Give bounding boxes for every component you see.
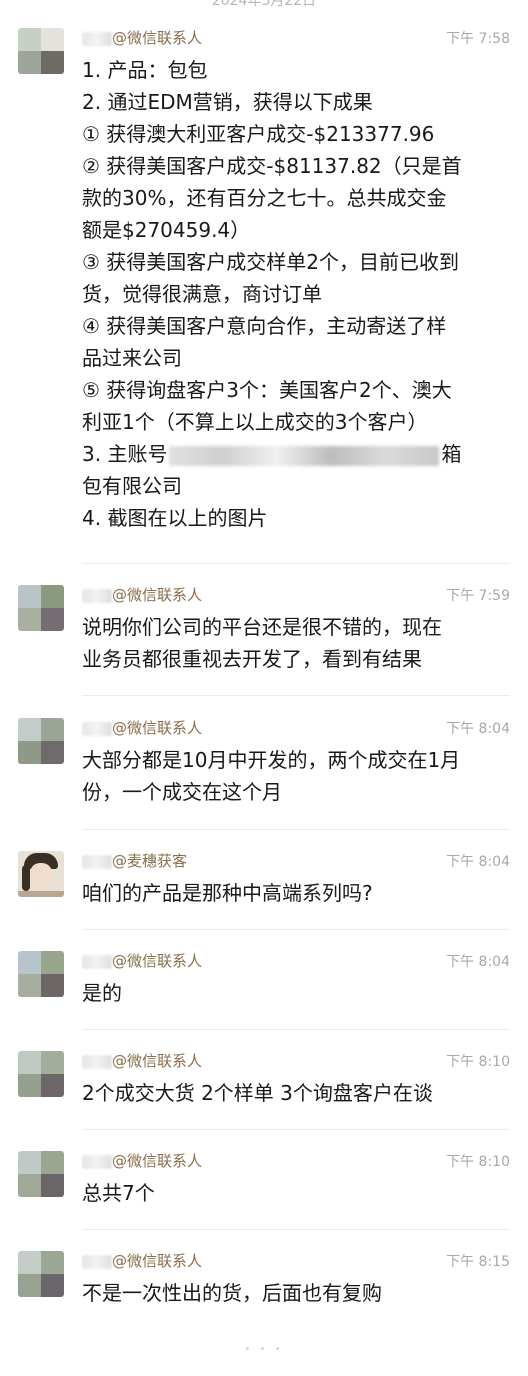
message-text: 大部分都是10月中开发的，两个成交在1月 份，一个成交在这个月 — [82, 744, 508, 808]
sender-name[interactable]: @麦穗获客 — [82, 850, 187, 871]
text-line: ⑤ 获得询盘客户3个：美国客户2个、澳大 — [82, 378, 452, 402]
text-line: ② 获得美国客户成交-$81137.82（只是首 — [82, 154, 462, 178]
text-line: 额是$270459.4） — [82, 218, 251, 242]
message-text: 说明你们公司的平台还是很不错的，现在 业务员都很重视去开发了，看到有结果 — [82, 611, 508, 675]
text-line: 份，一个成交在这个月 — [82, 780, 282, 804]
text-line: 是的 — [82, 981, 122, 1005]
avatar[interactable] — [18, 851, 64, 897]
message-text: 2个成交大货 2个样单 3个询盘客户在谈 — [82, 1077, 508, 1109]
message-text: 是的 — [82, 977, 508, 1009]
sender-name[interactable]: @微信联系人 — [82, 1250, 202, 1271]
message-time: 下午 8:04 — [446, 721, 510, 737]
message-text: 1. 产品：包包 2. 通过EDM营销，获得以下成果 ① 获得澳大利亚客户成交-… — [82, 54, 508, 534]
message-text: 不是一次性出的货，后面也有复购 — [82, 1277, 508, 1309]
text-line: 咱们的产品是那种中高端系列吗? — [82, 881, 373, 905]
sender-name[interactable]: @微信联系人 — [82, 950, 202, 971]
divider — [82, 929, 510, 930]
text-line: 品过来公司 — [82, 346, 182, 370]
message-time: 下午 8:04 — [446, 854, 510, 870]
message-time: 下午 8:04 — [446, 954, 510, 970]
avatar[interactable] — [18, 718, 64, 764]
message-time: 下午 7:58 — [446, 31, 510, 47]
divider — [82, 1029, 510, 1030]
message-time: 下午 7:59 — [446, 588, 510, 604]
sender-name[interactable]: @微信联系人 — [82, 1050, 202, 1071]
avatar[interactable] — [18, 585, 64, 631]
text-line: 货，觉得很满意，商讨订单 — [82, 282, 322, 306]
text-line: 1. 产品：包包 — [82, 58, 208, 82]
text-line: 不是一次性出的货，后面也有复购 — [82, 1281, 382, 1305]
scroll-indicator: • • • — [244, 1344, 284, 1355]
text-line: 2个成交大货 2个样单 3个询盘客户在谈 — [82, 1081, 433, 1105]
text-line: 利亚1个（不算上以上成交的3个客户） — [82, 410, 428, 434]
date-header: 2024年3月22日 — [211, 0, 317, 9]
divider — [82, 563, 510, 564]
divider — [82, 829, 510, 830]
account-suffix: 箱 — [441, 442, 462, 466]
divider — [82, 695, 510, 696]
message-time: 下午 8:15 — [446, 1254, 510, 1270]
redacted-account — [169, 445, 440, 466]
text-line: 说明你们公司的平台还是很不错的，现在 — [82, 615, 442, 639]
text-line: 3. 主账号 箱 — [82, 438, 508, 470]
text-line: 2. 通过EDM营销，获得以下成果 — [82, 90, 373, 114]
divider — [82, 1229, 510, 1230]
avatar[interactable] — [18, 1151, 64, 1197]
text-line: 包有限公司 — [82, 474, 182, 498]
text-line: ① 获得澳大利亚客户成交-$213377.96 — [82, 122, 435, 146]
text-line: 大部分都是10月中开发的，两个成交在1月 — [82, 748, 461, 772]
message-text: 总共7个 — [82, 1177, 508, 1209]
text-line: 4. 截图在以上的图片 — [82, 506, 268, 530]
avatar[interactable] — [18, 951, 64, 997]
sender-name[interactable]: @微信联系人 — [82, 27, 202, 48]
avatar[interactable] — [18, 1051, 64, 1097]
text-line: ③ 获得美国客户成交样单2个，目前已收到 — [82, 250, 460, 274]
message-time: 下午 8:10 — [446, 1054, 510, 1070]
sender-name[interactable]: @微信联系人 — [82, 584, 202, 605]
message-text: 咱们的产品是那种中高端系列吗? — [82, 877, 508, 909]
text-line: 总共7个 — [82, 1181, 155, 1205]
text-line: ④ 获得美国客户意向合作，主动寄送了样 — [82, 314, 447, 338]
sender-name[interactable]: @微信联系人 — [82, 717, 202, 738]
account-label: 3. 主账号 — [82, 442, 168, 466]
text-line: 款的30%，还有百分之七十。总共成交金 — [82, 186, 447, 210]
sender-name[interactable]: @微信联系人 — [82, 1150, 202, 1171]
avatar[interactable] — [18, 1251, 64, 1297]
avatar[interactable] — [18, 28, 64, 74]
divider — [82, 1129, 510, 1130]
message-time: 下午 8:10 — [446, 1154, 510, 1170]
text-line: 业务员都很重视去开发了，看到有结果 — [82, 647, 422, 671]
